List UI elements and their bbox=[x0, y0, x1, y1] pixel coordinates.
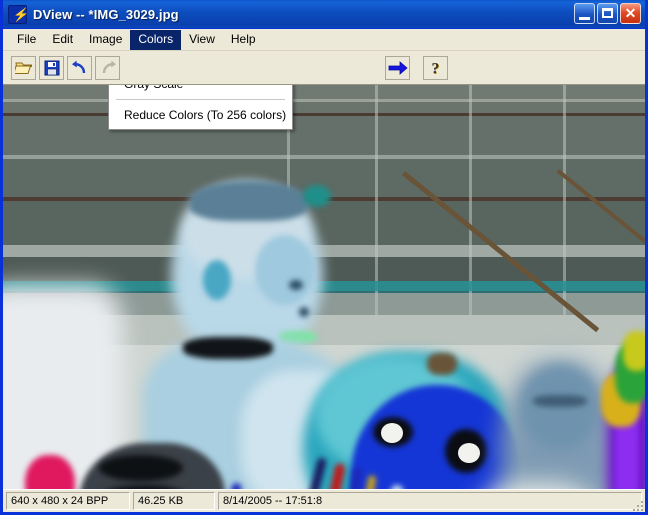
child-ear bbox=[203, 260, 231, 300]
window-title: DView -- *IMG_3029.jpg bbox=[33, 6, 179, 22]
resize-grip[interactable] bbox=[629, 497, 643, 511]
background-person-face-shadow bbox=[533, 395, 587, 407]
lightning-bolt-icon: ⚡ bbox=[12, 6, 30, 22]
status-timestamp: 8/14/2005 -- 17:51:8 bbox=[218, 492, 642, 510]
child-hair-dark bbox=[189, 181, 309, 221]
redo-button[interactable] bbox=[95, 55, 120, 80]
menu-item-help[interactable]: Help bbox=[223, 30, 264, 50]
image-canvas[interactable]: Negative Gray Scale Reduce Colors (To 25… bbox=[3, 85, 645, 489]
right-arrow-icon bbox=[388, 60, 408, 75]
app-icon[interactable]: ⚡ bbox=[8, 4, 30, 24]
menu-item-image[interactable]: Image bbox=[81, 30, 130, 50]
open-button[interactable] bbox=[11, 55, 36, 80]
menu-item-file[interactable]: File bbox=[9, 30, 44, 50]
yellow-feather bbox=[623, 331, 645, 371]
status-bar: 640 x 480 x 24 BPP 46.25 KB 8/14/2005 --… bbox=[3, 489, 645, 512]
menu-option-reduce-colors[interactable]: Reduce Colors (To 256 colors) bbox=[109, 105, 292, 126]
child-eye bbox=[289, 280, 303, 290]
fish-pupil-right bbox=[458, 443, 480, 463]
status-dimensions: 640 x 480 x 24 BPP bbox=[6, 492, 130, 510]
toolbar: ? ? bbox=[3, 51, 645, 85]
menu-separator bbox=[116, 99, 285, 100]
help-button[interactable]: ? ? bbox=[423, 55, 448, 80]
finger bbox=[99, 455, 183, 481]
fish-stick bbox=[427, 353, 457, 375]
svg-text:?: ? bbox=[431, 60, 439, 77]
child-nostril bbox=[299, 307, 309, 317]
question-mark-icon: ? ? bbox=[431, 60, 440, 77]
next-image-button[interactable] bbox=[385, 55, 410, 80]
menu-item-edit[interactable]: Edit bbox=[44, 30, 81, 50]
maximize-button[interactable] bbox=[597, 3, 618, 24]
status-filesize: 46.25 KB bbox=[133, 492, 215, 510]
background-person-head bbox=[521, 365, 599, 451]
child-face bbox=[255, 235, 315, 305]
open-folder-icon bbox=[14, 62, 32, 74]
application-window: ⚡ DView -- *IMG_3029.jpg ✕ File Edit Ima… bbox=[0, 0, 648, 515]
minimize-icon bbox=[579, 17, 590, 20]
menu-item-colors[interactable]: Colors bbox=[130, 29, 182, 50]
fish-pupil-left bbox=[381, 423, 403, 443]
menu-bar: File Edit Image Colors View Help bbox=[3, 29, 645, 51]
undo-arrow-icon bbox=[71, 60, 85, 73]
close-icon: ✕ bbox=[624, 5, 637, 21]
close-button[interactable]: ✕ bbox=[620, 3, 641, 24]
hair-clip bbox=[303, 185, 331, 207]
maximize-icon bbox=[602, 8, 613, 18]
undo-button[interactable] bbox=[67, 55, 92, 80]
displayed-image bbox=[3, 85, 645, 489]
minimize-button[interactable] bbox=[574, 3, 595, 24]
window-controls: ✕ bbox=[574, 3, 641, 24]
redo-arrow-icon bbox=[102, 60, 116, 73]
collar-shadow bbox=[183, 337, 273, 359]
title-bar[interactable]: ⚡ DView -- *IMG_3029.jpg ✕ bbox=[3, 0, 645, 29]
menu-option-gray-scale[interactable]: Gray Scale bbox=[109, 85, 292, 95]
colors-dropdown-menu[interactable]: Negative Gray Scale Reduce Colors (To 25… bbox=[108, 85, 293, 130]
floppy-disk-icon bbox=[44, 60, 59, 75]
menu-item-view[interactable]: View bbox=[181, 30, 223, 50]
save-button[interactable] bbox=[39, 55, 64, 80]
